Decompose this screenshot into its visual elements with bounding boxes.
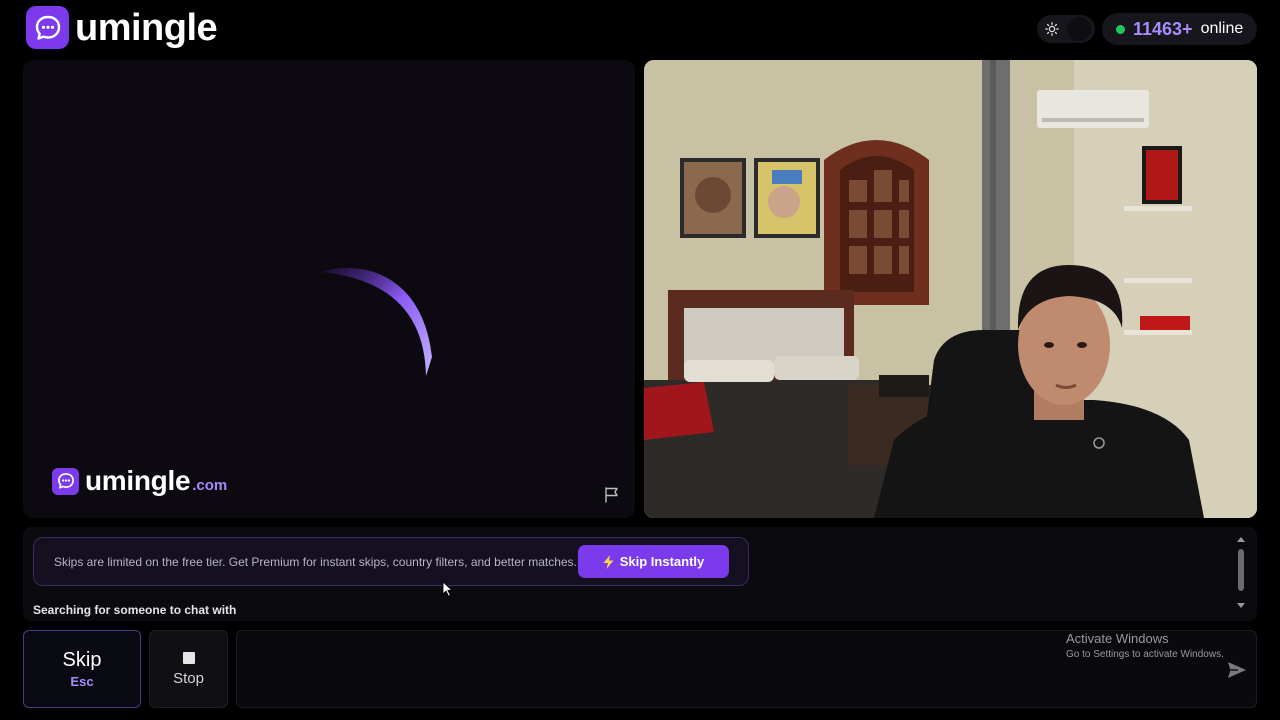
scroll-down-arrow-icon[interactable] [1237, 603, 1245, 608]
chat-scrollbar[interactable] [1236, 535, 1246, 613]
flag-icon[interactable] [603, 486, 621, 504]
stranger-watermark: umingle .com [52, 465, 227, 497]
stop-label: Stop [173, 669, 204, 687]
sun-icon [1041, 18, 1063, 40]
stop-icon [182, 651, 195, 664]
stranger-video-panel: umingle .com [23, 60, 635, 518]
status-message: Searching for someone to chat with [33, 603, 237, 617]
activate-windows-watermark: Activate Windows Go to Settings to activ… [1066, 631, 1224, 660]
message-input[interactable] [237, 631, 1197, 707]
lightning-icon [603, 554, 614, 569]
toggle-knob [1067, 17, 1091, 41]
app-logo[interactable]: umingle [26, 6, 218, 49]
promo-text: Skips are limited on the free tier. Get … [54, 554, 577, 569]
scroll-up-arrow-icon[interactable] [1237, 537, 1245, 542]
self-video-panel [644, 60, 1257, 518]
theme-toggle[interactable] [1037, 15, 1095, 43]
webcam-feed [644, 60, 1257, 518]
skip-shortcut: Esc [70, 674, 94, 689]
activate-subtitle: Go to Settings to activate Windows. [1066, 649, 1224, 660]
premium-promo-banner: Skips are limited on the free tier. Get … [33, 537, 749, 586]
send-icon[interactable] [1227, 661, 1247, 679]
online-count: 11463+ [1133, 18, 1193, 39]
skip-label: Skip [62, 649, 102, 671]
chat-bubble-icon [26, 6, 69, 49]
scroll-thumb[interactable] [1238, 549, 1244, 591]
skip-button[interactable]: Skip Esc [23, 630, 141, 708]
loading-spinner-icon [321, 267, 432, 376]
skip-instantly-button[interactable]: Skip Instantly [578, 545, 729, 578]
chat-log: Skips are limited on the free tier. Get … [23, 527, 1257, 621]
online-label: online [1200, 20, 1244, 37]
skip-instantly-label: Skip Instantly [619, 554, 705, 569]
online-counter: 11463+ online [1102, 13, 1258, 45]
mouse-cursor-icon [442, 581, 454, 597]
brand-name: umingle [75, 6, 218, 49]
stop-button[interactable]: Stop [149, 630, 228, 708]
watermark-brand: umingle [85, 465, 191, 496]
chat-bubble-icon [52, 467, 79, 495]
activate-title: Activate Windows [1066, 631, 1169, 646]
watermark-suffix: .com [192, 476, 228, 494]
online-status-dot [1116, 24, 1125, 34]
